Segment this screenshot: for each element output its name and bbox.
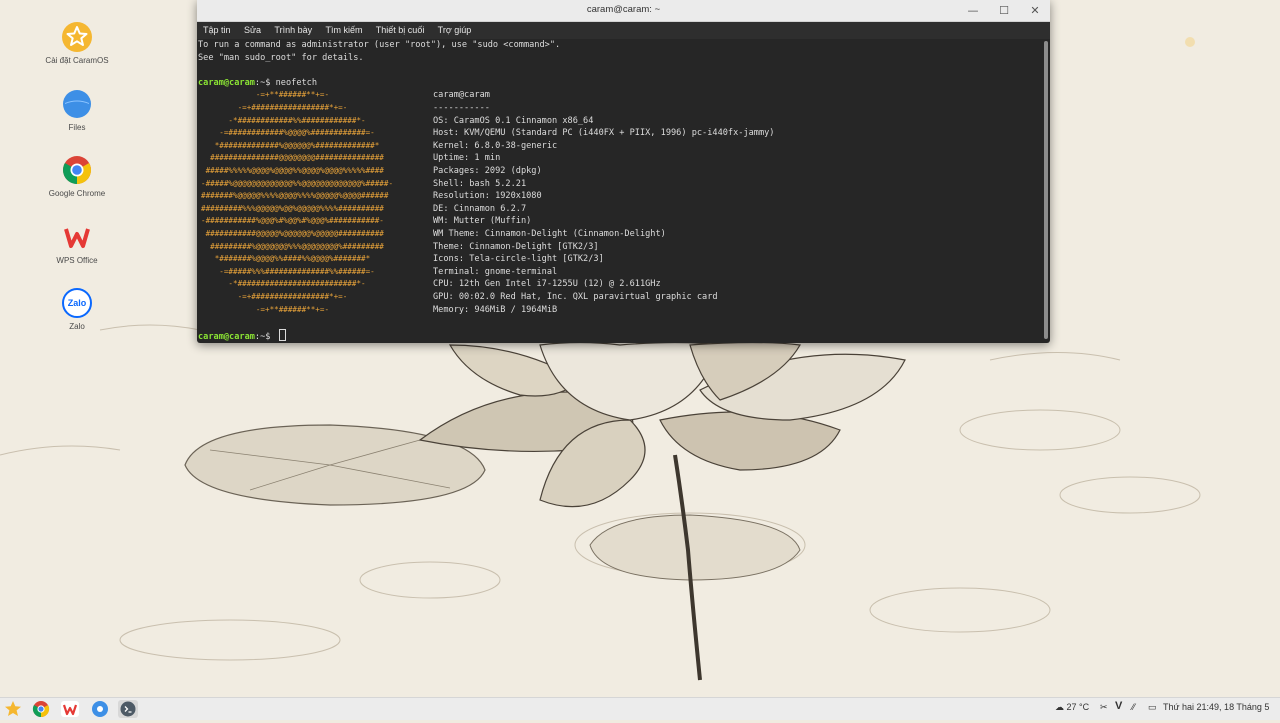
tray-notification-icon[interactable]: ▭ <box>1148 702 1157 713</box>
tray-v-icon[interactable]: V <box>1115 700 1122 712</box>
logo-line: -*##########################*- <box>201 279 366 289</box>
desktop-icon-label: Files <box>68 123 86 132</box>
logo-line: -#####%@@@@@@@@@@@@@%%@@@@@@@@@@@@@%####… <box>201 178 394 188</box>
logo-line: -*############%%############*- <box>201 115 366 125</box>
desktop-icon-label: Zalo <box>69 322 85 331</box>
info-line: Packages: 2092 (dpkg) <box>433 166 542 176</box>
text-cursor <box>278 329 286 341</box>
menu-bar: Tập tin Sửa Trình bày Tìm kiếm Thiết bị … <box>197 22 1050 39</box>
maximize-button[interactable]: ☐ <box>993 2 1015 19</box>
caramos-menu-icon <box>5 701 21 716</box>
logo-line: -###########%@@@%#%@@%#%@@@%###########- <box>201 216 384 226</box>
logo-line: -=+**######**+=- <box>201 90 330 100</box>
wps-office-icon <box>64 228 90 248</box>
logo-line: -=+**######**+=- <box>201 304 330 314</box>
command-text: neofetch <box>275 77 318 88</box>
logo-line: *#############%@@@@@@%#############* <box>201 140 380 150</box>
taskbar-terminal[interactable] <box>118 700 138 718</box>
close-button[interactable]: ✕ <box>1024 2 1046 19</box>
terminal-scrollbar[interactable] <box>1044 41 1048 339</box>
chrome-icon <box>32 701 50 718</box>
taskbar: ☁ 27 °C ✂ V ⁄⁄ ▭ Thứ hai 21:49, 18 Tháng… <box>0 697 1280 720</box>
terminal-icon <box>120 701 136 717</box>
logo-line: #######%@@@@@%%%%@@@@%%%%@@@@@%@@@@#####… <box>201 191 389 201</box>
info-line: Memory: 946MiB / 1964MiB <box>433 304 558 315</box>
files-icon <box>92 701 108 717</box>
minimize-icon: — <box>967 4 979 17</box>
clock[interactable]: Thứ hai 21:49, 18 Tháng 5 <box>1163 702 1269 712</box>
prompt-suffix: :~$ <box>254 332 276 342</box>
logo-line: #########%%%@@@@@%@@%@@@@@%%%%########## <box>201 203 384 213</box>
info-user-host: caram@caram <box>433 90 490 101</box>
menu-terminal[interactable]: Thiết bị cuối <box>376 25 425 35</box>
intro-line-1: To run a command as administrator (user … <box>198 40 561 50</box>
info-line: WM Theme: Cinnamon-Delight (Cinnamon-Del… <box>433 229 666 239</box>
active-prompt-line[interactable]: caram@caram:~$ <box>198 329 286 343</box>
menu-search[interactable]: Tìm kiếm <box>325 25 362 35</box>
desktop-icon-zalo[interactable]: Zalo Zalo <box>34 288 120 331</box>
logo-line: -=+#################*+=- <box>201 103 348 112</box>
menu-file[interactable]: Tập tin <box>203 25 231 35</box>
desktop-icon-label: Cài đặt CaramOS <box>45 56 109 65</box>
info-line: Host: KVM/QEMU (Standard PC (i440FX + PI… <box>433 128 775 139</box>
prompt-user: caram@caram <box>198 77 255 88</box>
desktop-icon-label: WPS Office <box>56 256 98 265</box>
minimize-button[interactable]: — <box>962 2 984 19</box>
info-line: OS: CaramOS 0.1 Cinnamon x86_64 <box>433 115 594 126</box>
window-title: caram@caram: ~ <box>586 4 661 15</box>
info-line: GPU: 00:02.0 Red Hat, Inc. QXL paravirtu… <box>433 292 718 302</box>
info-line: Uptime: 1 min <box>433 153 501 164</box>
menu-help[interactable]: Trợ giúp <box>438 25 472 35</box>
weather-widget[interactable]: ☁ 27 °C <box>1055 702 1089 713</box>
files-icon <box>63 90 91 118</box>
desktop-icon-google-chrome[interactable]: Google Chrome <box>34 155 120 198</box>
tray-tools-icon[interactable]: ✂ <box>1100 702 1108 713</box>
info-line: CPU: 12th Gen Intel i7-1255U (12) @ 2.61… <box>433 279 661 290</box>
logo-line: ###########@@@@@%@@@@@@%@@@@@########## <box>201 229 384 238</box>
chrome-icon <box>63 156 91 184</box>
zalo-icon: Zalo <box>62 288 92 318</box>
command-line: caram@caram:~$ neofetch <box>198 77 317 90</box>
desktop-icon-caramos-settings[interactable]: Cài đặt CaramOS <box>34 22 120 65</box>
desktop-icon-wps-office[interactable]: WPS Office <box>34 222 120 265</box>
taskbar-app-menu[interactable] <box>3 700 23 718</box>
logo-line: ###############@@@@@@@@############### <box>201 153 384 163</box>
desktop-icon-label: Google Chrome <box>48 189 106 198</box>
logo-line: -=#####%%%##############%%######=- <box>201 266 375 276</box>
logo-line: #########%@@@@@@@%%%@@@@@@@@%######### <box>201 241 384 251</box>
taskbar-wps-office[interactable] <box>60 700 80 718</box>
weather-temperature: 27 °C <box>1066 702 1090 712</box>
weather-icon: ☁ <box>1055 702 1064 712</box>
logo-line: #####%%%%%@@@@%@@@@%%@@@@%@@@@%%%%%#### <box>201 166 384 175</box>
logo-line: -=############%@@@@%############=- <box>201 128 375 138</box>
info-line: Terminal: gnome-terminal <box>433 266 558 277</box>
terminal-window[interactable]: caram@caram: ~ — ☐ ✕ Tập tin Sửa Trình b… <box>197 0 1050 343</box>
info-line: Theme: Cinnamon-Delight [GTK2/3] <box>433 241 599 252</box>
intro-line-2: See "man sudo_root" for details. <box>198 52 364 63</box>
info-line: ----------- <box>433 103 490 113</box>
taskbar-files[interactable] <box>90 700 110 718</box>
desktop-icon-files[interactable]: Files <box>34 89 120 132</box>
tray-network-icon[interactable]: ⁄⁄ <box>1132 702 1135 712</box>
window-titlebar[interactable]: caram@caram: ~ — ☐ ✕ <box>197 0 1050 22</box>
caramos-settings-icon <box>62 22 92 52</box>
taskbar-chrome[interactable] <box>31 700 51 718</box>
menu-edit[interactable]: Sửa <box>244 25 261 35</box>
maximize-icon: ☐ <box>999 4 1009 17</box>
info-line: DE: Cinnamon 6.2.7 <box>433 203 527 214</box>
info-line: Shell: bash 5.2.21 <box>433 178 527 189</box>
terminal-output[interactable]: To run a command as administrator (user … <box>197 39 1042 343</box>
menu-view[interactable]: Trình bày <box>274 25 312 35</box>
logo-line: -=+#################*+=- <box>201 292 348 301</box>
info-line: WM: Mutter (Muffin) <box>433 216 532 227</box>
info-line: Resolution: 1920x1080 <box>433 191 542 202</box>
close-icon: ✕ <box>1030 4 1040 17</box>
info-line: Icons: Tela-circle-light [GTK2/3] <box>433 254 604 265</box>
info-line: Kernel: 6.8.0-38-generic <box>433 140 558 151</box>
logo-line: *#######%@@@@%%####%%@@@@%#######* <box>201 254 371 264</box>
prompt-suffix: :~$ <box>254 77 276 88</box>
prompt-user: caram@caram <box>198 332 255 342</box>
wps-office-icon <box>61 701 79 717</box>
zalo-logo-text: Zalo <box>68 298 87 308</box>
